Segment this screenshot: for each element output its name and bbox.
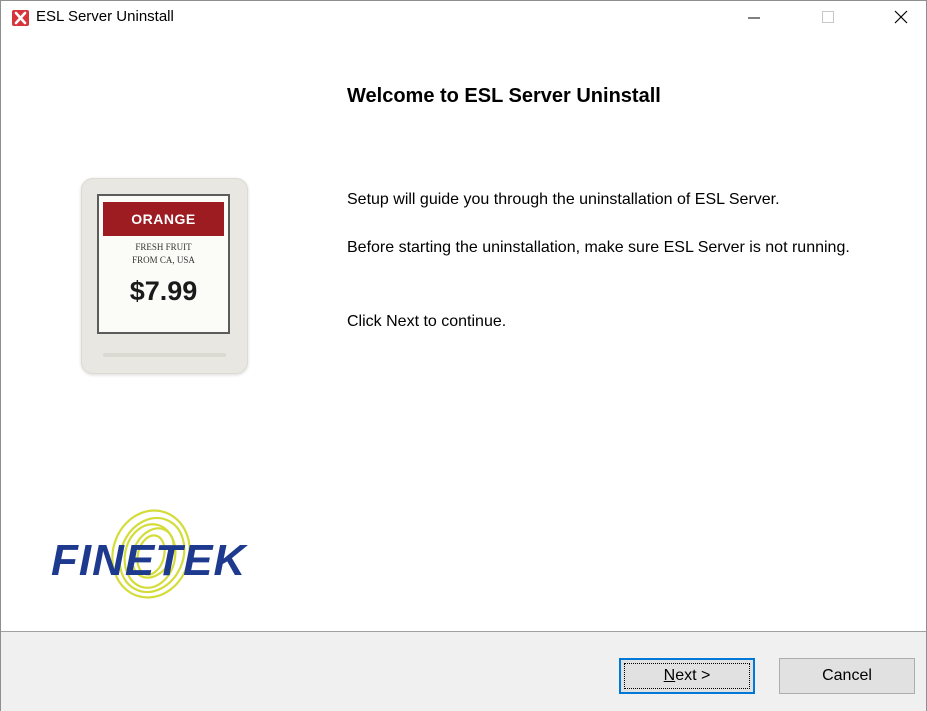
uninstall-window: ESL Server Uninstall ORANGE FRESH FRUIT … <box>0 0 927 711</box>
wizard-content: ORANGE FRESH FRUIT FROM CA, USA $7.99 We… <box>1 32 926 631</box>
page-title: Welcome to ESL Server Uninstall <box>347 85 661 107</box>
minimize-icon <box>748 17 760 18</box>
label-line1: FRESH FRUIT <box>135 242 192 252</box>
maximize-icon <box>822 10 834 23</box>
label-bottom-bar <box>103 353 226 357</box>
window-title: ESL Server Uninstall <box>36 8 174 25</box>
cancel-button[interactable]: Cancel <box>779 658 915 694</box>
next-button[interactable]: Next > <box>619 658 755 694</box>
close-icon <box>894 10 908 23</box>
label-price: $7.99 <box>129 276 198 306</box>
esl-label-screen: ORANGE FRESH FRUIT FROM CA, USA $7.99 <box>97 194 230 334</box>
maximize-button[interactable] <box>805 1 851 32</box>
minimize-button[interactable] <box>731 1 777 32</box>
label-banner: ORANGE <box>103 202 224 236</box>
warning-text: Before starting the uninstallation, make… <box>347 239 850 256</box>
label-line2: FROM CA, USA <box>132 255 195 265</box>
intro-text: Setup will guide you through the uninsta… <box>347 191 780 208</box>
continue-text: Click Next to continue. <box>347 313 507 330</box>
title-bar[interactable]: ESL Server Uninstall <box>1 1 926 32</box>
finetek-logo: FINETEK <box>47 502 287 612</box>
close-button[interactable] <box>878 1 924 32</box>
button-bar: Next > Cancel <box>1 631 926 711</box>
logo-text: FINETEK <box>51 536 247 585</box>
app-red-x-icon <box>12 10 29 26</box>
esl-label-illustration: ORANGE FRESH FRUIT FROM CA, USA $7.99 <box>81 178 248 374</box>
focus-rectangle <box>624 663 750 689</box>
